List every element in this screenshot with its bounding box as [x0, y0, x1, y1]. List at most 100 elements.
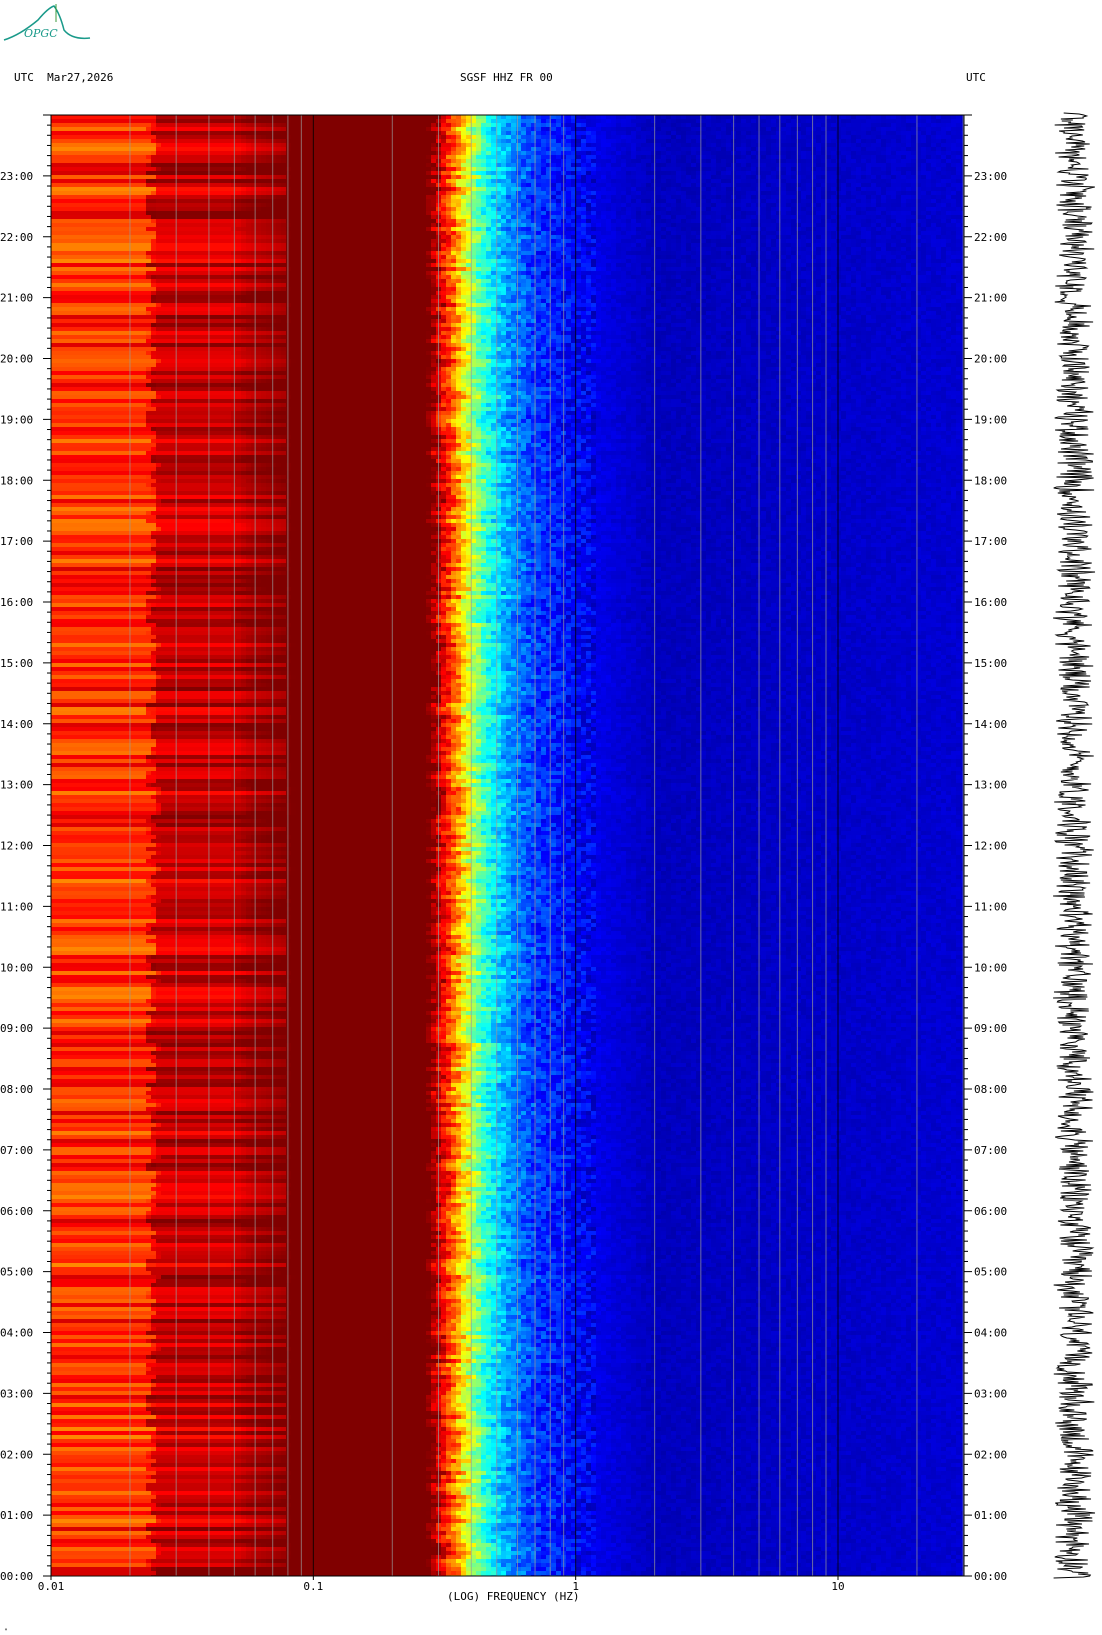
heatmap-cell	[381, 123, 387, 128]
heatmap-cell	[466, 115, 472, 120]
heatmap-cell	[131, 115, 137, 120]
heatmap-cell	[526, 115, 532, 120]
heatmap-cell	[931, 115, 937, 120]
heatmap-cell	[151, 115, 157, 120]
heatmap-cell	[141, 115, 147, 120]
heatmap-cell	[516, 119, 522, 124]
heatmap-cell	[411, 123, 417, 128]
heatmap-cell	[366, 119, 372, 124]
heatmap-cell	[911, 123, 917, 128]
heatmap-cell	[76, 119, 82, 124]
heatmap-cell	[861, 115, 867, 120]
heatmap-cell	[51, 115, 57, 120]
heatmap-cell	[776, 115, 782, 120]
heatmap-cell	[811, 115, 817, 120]
heatmap-cell	[681, 119, 687, 124]
heatmap-cell	[521, 119, 527, 124]
heatmap-cell	[751, 115, 757, 120]
heatmap-cell	[811, 123, 817, 128]
heatmap-cell	[261, 123, 267, 128]
heatmap-cell	[466, 123, 472, 128]
heatmap-cell	[906, 119, 912, 124]
heatmap-cell	[136, 119, 142, 124]
heatmap-cell	[926, 115, 932, 120]
heatmap-cell	[181, 115, 187, 120]
heatmap-cell	[691, 119, 697, 124]
heatmap-cell	[426, 119, 432, 124]
heatmap-cell	[936, 119, 942, 124]
heatmap-cell	[501, 123, 507, 128]
heatmap-cell	[921, 119, 927, 124]
heatmap-cell	[201, 115, 207, 120]
heatmap-cell	[721, 119, 727, 124]
heatmap-cell	[276, 119, 282, 124]
heatmap-cell	[876, 123, 882, 128]
heatmap-cell	[806, 123, 812, 128]
heatmap-cell	[776, 119, 782, 124]
heatmap-cell	[876, 119, 882, 124]
heatmap-cell	[896, 119, 902, 124]
heatmap-cell	[746, 123, 752, 128]
heatmap-cell	[416, 119, 422, 124]
heatmap-cell	[351, 115, 357, 120]
heatmap-cell	[101, 119, 107, 124]
heatmap-cell	[776, 123, 782, 128]
heatmap-cell	[851, 123, 857, 128]
heatmap-cell	[506, 115, 512, 120]
heatmap-cell	[221, 119, 227, 124]
heatmap-cell	[906, 123, 912, 128]
heatmap-cell	[536, 115, 542, 120]
heatmap-cell	[686, 123, 692, 128]
heatmap-cell	[516, 115, 522, 120]
heatmap-cell	[811, 119, 817, 124]
heatmap-cell	[636, 123, 642, 128]
heatmap-cell	[236, 115, 242, 120]
heatmap-cell	[936, 123, 942, 128]
heatmap-cell	[251, 115, 257, 120]
heatmap-cell	[871, 119, 877, 124]
heatmap-cell	[331, 119, 337, 124]
heatmap-cell	[616, 119, 622, 124]
heatmap-cell	[346, 119, 352, 124]
heatmap-cell	[216, 123, 222, 128]
heatmap-cell	[856, 115, 862, 120]
heatmap-cell	[691, 115, 697, 120]
heatmap-cell	[751, 119, 757, 124]
heatmap-cell	[356, 119, 362, 124]
heatmap-cell	[656, 115, 662, 120]
heatmap-cell	[376, 123, 382, 128]
heatmap-cell	[71, 119, 77, 124]
heatmap-cell	[676, 119, 682, 124]
heatmap-cell	[106, 115, 112, 120]
heatmap-cell	[91, 119, 97, 124]
heatmap-cell	[151, 123, 157, 128]
heatmap-cell	[306, 123, 312, 128]
heatmap-cell	[826, 115, 832, 120]
heatmap-cell	[306, 119, 312, 124]
heatmap-cell	[186, 115, 192, 120]
heatmap-cell	[661, 123, 667, 128]
heatmap-cell	[166, 115, 172, 120]
heatmap-cell	[626, 123, 632, 128]
heatmap-cell	[476, 119, 482, 124]
heatmap-cell	[401, 119, 407, 124]
heatmap-cell	[596, 123, 602, 128]
heatmap-cell	[161, 123, 167, 128]
heatmap-cell	[291, 115, 297, 120]
heatmap-cell	[891, 115, 897, 120]
heatmap-cell	[176, 115, 182, 120]
heatmap-cell	[646, 123, 652, 128]
heatmap-cell	[231, 115, 237, 120]
heatmap-cell	[956, 115, 962, 120]
heatmap-cell	[761, 123, 767, 128]
heatmap-cell	[871, 123, 877, 128]
heatmap-cell	[396, 119, 402, 124]
heatmap-cell	[321, 115, 327, 120]
heatmap-cell	[61, 123, 67, 128]
heatmap-cell	[506, 123, 512, 128]
heatmap-cell	[926, 123, 932, 128]
heatmap-cell	[876, 115, 882, 120]
heatmap-cell	[656, 119, 662, 124]
heatmap-cell	[941, 115, 947, 120]
heatmap-cell	[551, 123, 557, 128]
